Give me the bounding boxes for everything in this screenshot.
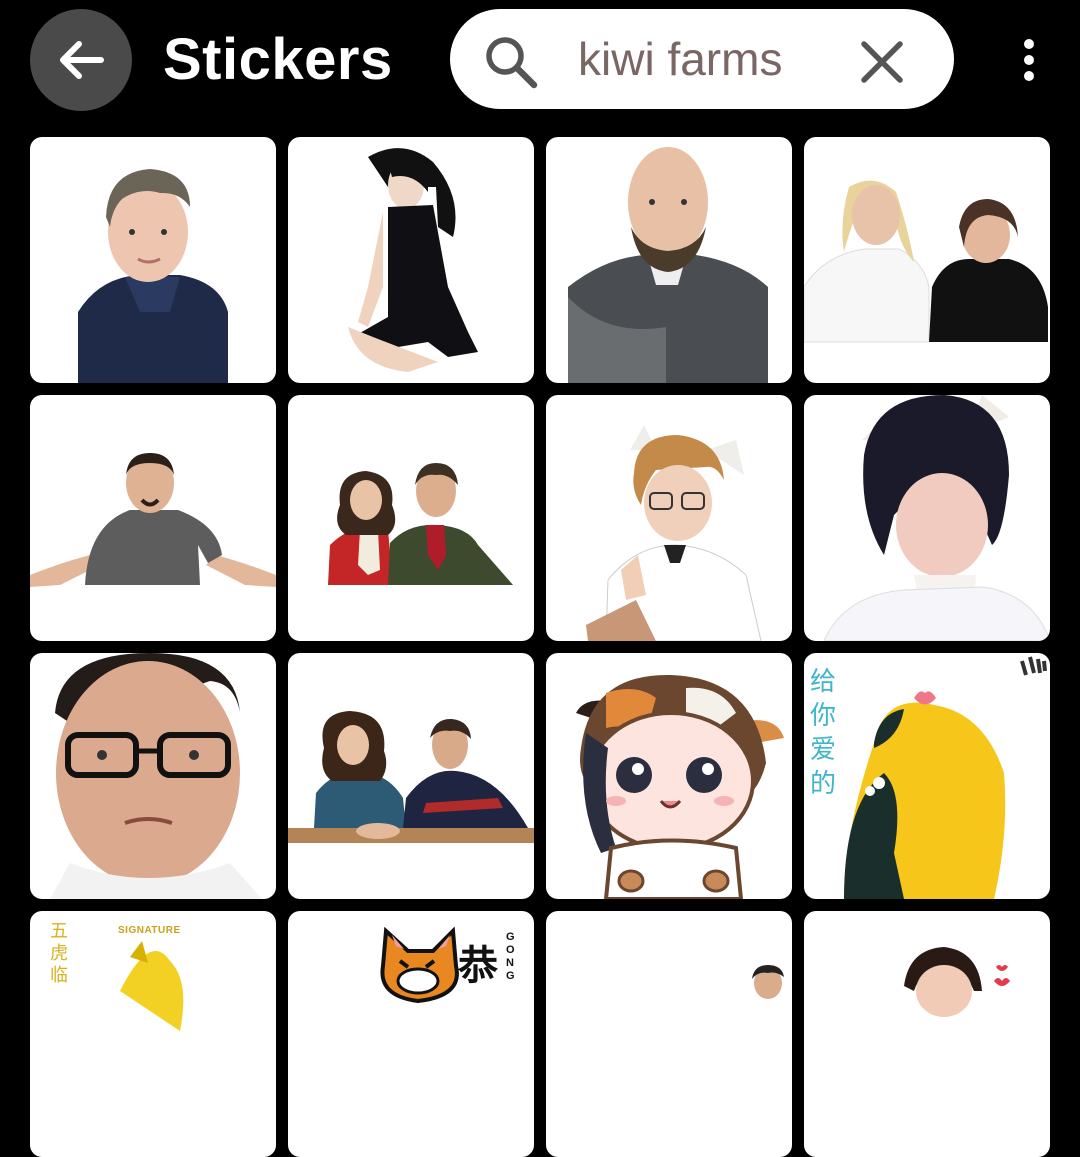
sticker-image (576, 674, 784, 899)
signature-char: 虎 (50, 943, 68, 964)
sticker-image (30, 453, 276, 587)
sticker-tile[interactable] (288, 653, 534, 899)
sticker-grid: 给 你 爱 的 SIGNATURE 五 虎 临 恭 G O N G (30, 137, 1050, 1157)
close-icon[interactable] (860, 40, 904, 84)
sticker-tile[interactable] (546, 395, 792, 641)
sticker-tile[interactable] (30, 653, 276, 899)
sticker-image (904, 947, 1010, 1017)
chick-char: 给 (810, 667, 837, 697)
arrow-left-icon (60, 41, 104, 79)
sticker-image (586, 425, 762, 641)
sticker-tile[interactable] (546, 911, 792, 1157)
chick-char: 爱 (810, 735, 837, 765)
signature-caption: 五 虎 临 (50, 921, 72, 987)
sticker-image (328, 463, 513, 585)
signature-brand: SIGNATURE (118, 925, 181, 936)
page-title: Stickers (163, 27, 393, 92)
chick-char: 的 (810, 769, 837, 799)
sticker-tile[interactable] (288, 137, 534, 383)
sticker-tile[interactable]: 恭 G O N G (288, 911, 534, 1157)
chick-caption: 给 你 爱 的 (810, 665, 840, 801)
sticker-tile[interactable] (30, 137, 276, 383)
sticker-image (348, 148, 478, 372)
sticker-tile[interactable]: 给 你 爱 的 (804, 653, 1050, 899)
tiger-char: 恭 (458, 943, 498, 989)
signature-char: 临 (50, 965, 68, 986)
sticker-image (78, 169, 228, 383)
sticker-tile[interactable]: SIGNATURE 五 虎 临 (30, 911, 276, 1157)
sticker-image (844, 656, 1047, 899)
sticker-tile[interactable] (804, 911, 1050, 1157)
sticker-image (804, 180, 1048, 343)
search-icon[interactable] (483, 34, 539, 90)
sticker-image (823, 395, 1050, 641)
back-button[interactable] (30, 9, 132, 111)
sticker-tile[interactable] (546, 653, 792, 899)
search-input[interactable] (578, 34, 838, 84)
signature-char: 五 (50, 921, 68, 942)
sticker-tile[interactable] (804, 395, 1050, 641)
tiger-letter: G (506, 931, 515, 943)
tiger-letter: N (506, 957, 514, 969)
sticker-tile[interactable] (546, 137, 792, 383)
sticker-image (752, 965, 784, 999)
sticker-tile[interactable] (30, 395, 276, 641)
chick-char: 你 (810, 701, 837, 731)
sticker-image (568, 147, 768, 383)
sticker-image (50, 653, 262, 899)
sticker-image (288, 711, 534, 843)
tiger-latin: G O N G (506, 931, 520, 983)
more-vertical-icon[interactable] (1012, 38, 1046, 82)
tiger-letter: G (506, 970, 515, 982)
search-bar[interactable] (450, 9, 954, 109)
tiger-letter: O (506, 944, 515, 956)
sticker-tile[interactable] (804, 137, 1050, 383)
top-app-bar: Stickers (0, 0, 1080, 120)
sticker-tile[interactable] (288, 395, 534, 641)
